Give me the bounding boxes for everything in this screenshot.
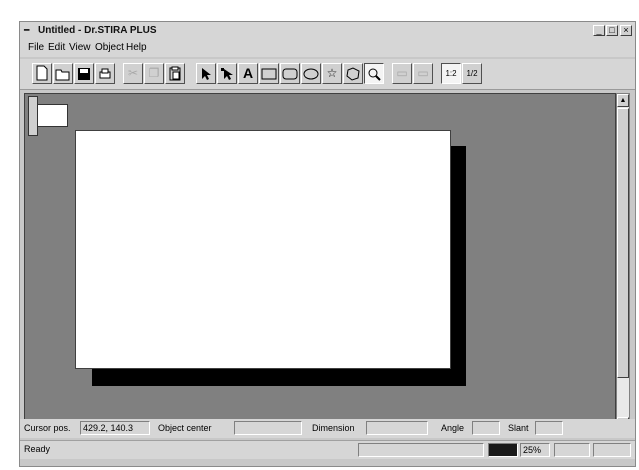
- zoom-ratio-button[interactable]: 1:2: [441, 63, 461, 84]
- angle-field: [472, 421, 500, 435]
- close-button[interactable]: ×: [620, 25, 632, 36]
- dimension-field: [366, 421, 428, 435]
- cut-icon[interactable]: ✂: [123, 63, 143, 84]
- menu-object[interactable]: Object: [95, 42, 124, 53]
- fraction-button[interactable]: 1/2: [462, 63, 482, 84]
- scroll-up-arrow-icon[interactable]: ▲: [617, 94, 629, 107]
- ruler-origin-box[interactable]: [37, 104, 68, 127]
- app-icon[interactable]: ━: [24, 26, 34, 35]
- ellipse-icon[interactable]: [301, 63, 321, 84]
- rounded-rectangle-icon[interactable]: [280, 63, 300, 84]
- cursor-pos-label: Cursor pos.: [24, 423, 71, 433]
- angle-label: Angle: [441, 423, 465, 433]
- print-icon[interactable]: [95, 63, 115, 84]
- dimension-label: Dimension: [312, 423, 355, 433]
- object-center-label: Object center: [158, 423, 212, 433]
- menu-help[interactable]: Help: [126, 42, 147, 53]
- drawing-page[interactable]: [75, 130, 451, 369]
- fraction-label: 1/2: [466, 69, 478, 78]
- save-disk-icon[interactable]: [74, 63, 94, 84]
- menu-view[interactable]: View: [69, 42, 91, 53]
- zoom-ratio-label: 1:2: [445, 69, 457, 78]
- cursor-pos-field: 429.2, 140.3: [80, 421, 150, 435]
- polygon-icon[interactable]: [343, 63, 363, 84]
- window-title: Untitled - Dr.STIRA PLUS: [38, 25, 157, 36]
- text-tool-button[interactable]: A: [238, 63, 258, 84]
- disabled-tool-2[interactable]: ▭: [413, 63, 433, 84]
- scroll-thumb[interactable]: [617, 108, 629, 378]
- status-pane-b: [593, 443, 631, 457]
- drawing-canvas[interactable]: [24, 93, 616, 431]
- status-bar: Ready 25%: [20, 440, 635, 459]
- menu-edit[interactable]: Edit: [48, 42, 65, 53]
- zoom-level-field: 25%: [520, 443, 550, 457]
- slant-label: Slant: [508, 423, 529, 433]
- copy-icon[interactable]: ❐: [144, 63, 164, 84]
- arrow-pointer-icon[interactable]: [196, 63, 216, 84]
- ready-text: Ready: [24, 444, 51, 454]
- star-icon[interactable]: ☆: [322, 63, 342, 84]
- app-window: ━ Untitled - Dr.STIRA PLUS _ □ × File Ed…: [19, 21, 636, 467]
- open-folder-icon[interactable]: [53, 63, 73, 84]
- text-tool-label: A: [242, 65, 254, 81]
- disabled-tool-1[interactable]: ▭: [392, 63, 412, 84]
- rectangle-icon[interactable]: [259, 63, 279, 84]
- magnifier-icon[interactable]: [364, 63, 384, 84]
- menu-bar: File Edit View Object Help: [20, 40, 635, 57]
- toolbar: ✂ ❐ A ☆ ▭ ▭ 1:2 1/2: [20, 59, 635, 90]
- new-document-icon[interactable]: [32, 63, 52, 84]
- menu-file[interactable]: File: [28, 42, 44, 53]
- paste-icon[interactable]: [165, 63, 185, 84]
- slant-field: [535, 421, 563, 435]
- status-pane-empty: [358, 443, 484, 457]
- vertical-scrollbar[interactable]: ▲ ▼: [616, 93, 630, 431]
- node-edit-icon[interactable]: [217, 63, 237, 84]
- maximize-button[interactable]: □: [606, 25, 618, 36]
- title-bar[interactable]: ━ Untitled - Dr.STIRA PLUS _ □ ×: [20, 22, 635, 40]
- minimize-button[interactable]: _: [593, 25, 605, 36]
- fill-color-swatch: [488, 443, 518, 457]
- object-center-field: [234, 421, 302, 435]
- coordinates-bar: Cursor pos. 429.2, 140.3 Object center D…: [20, 419, 635, 438]
- status-pane-a: [554, 443, 590, 457]
